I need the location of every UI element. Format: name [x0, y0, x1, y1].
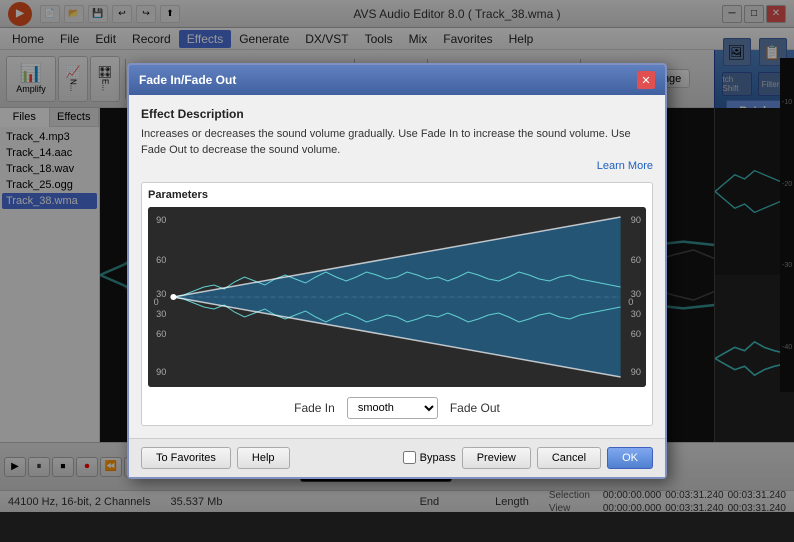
bypass-checkbox[interactable]: [403, 451, 416, 464]
fade-modal: Fade In/Fade Out ✕ Effect Description In…: [127, 63, 667, 479]
params-label: Parameters: [148, 189, 646, 201]
modal-footer: To Favorites Help Bypass Preview Cancel …: [129, 438, 665, 477]
help-button[interactable]: Help: [237, 447, 290, 469]
learn-more-link[interactable]: Learn More: [141, 160, 653, 172]
cancel-button[interactable]: Cancel: [537, 447, 601, 469]
modal-titlebar: Fade In/Fade Out ✕: [129, 65, 665, 95]
bypass-label: Bypass: [420, 452, 456, 464]
svg-text:90: 90: [156, 215, 166, 225]
svg-text:60: 60: [631, 255, 641, 265]
fade-in-label: Fade In: [294, 401, 335, 415]
svg-text:30: 30: [156, 309, 166, 319]
bypass-checkbox-label[interactable]: Bypass: [403, 451, 456, 464]
effect-description-section: Effect Description Increases or decrease…: [141, 107, 653, 172]
effect-desc-header: Effect Description: [141, 107, 653, 121]
svg-text:60: 60: [631, 329, 641, 339]
svg-text:90: 90: [631, 215, 641, 225]
to-favorites-button[interactable]: To Favorites: [141, 447, 231, 469]
ok-button[interactable]: OK: [607, 447, 653, 469]
svg-text:0: 0: [628, 297, 633, 307]
svg-text:0: 0: [154, 297, 159, 307]
preview-button[interactable]: Preview: [462, 447, 531, 469]
fade-out-label: Fade Out: [450, 401, 500, 415]
svg-text:90: 90: [631, 367, 641, 377]
fade-controls: Fade In smooth linear exponential Fade O…: [148, 397, 646, 419]
svg-text:60: 60: [156, 329, 166, 339]
modal-body: Effect Description Increases or decrease…: [129, 95, 665, 438]
modal-overlay: Fade In/Fade Out ✕ Effect Description In…: [0, 0, 794, 542]
effect-desc-text: Increases or decreases the sound volume …: [141, 127, 653, 158]
modal-close-button[interactable]: ✕: [637, 71, 655, 89]
waveform-preview: 90 60 30 0 30 60 90 90 60 30 0 30 60 90: [148, 207, 646, 387]
fade-type-select[interactable]: smooth linear exponential: [347, 397, 438, 419]
svg-text:60: 60: [156, 255, 166, 265]
svg-text:90: 90: [156, 367, 166, 377]
svg-text:30: 30: [631, 309, 641, 319]
footer-left: To Favorites Help: [141, 447, 290, 469]
preview-svg: 90 60 30 0 30 60 90 90 60 30 0 30 60 90: [148, 207, 646, 387]
modal-title: Fade In/Fade Out: [139, 73, 236, 87]
params-section: Parameters 90 60 30 0 30 60 90 90 60: [141, 182, 653, 426]
footer-right: Bypass Preview Cancel OK: [403, 447, 653, 469]
